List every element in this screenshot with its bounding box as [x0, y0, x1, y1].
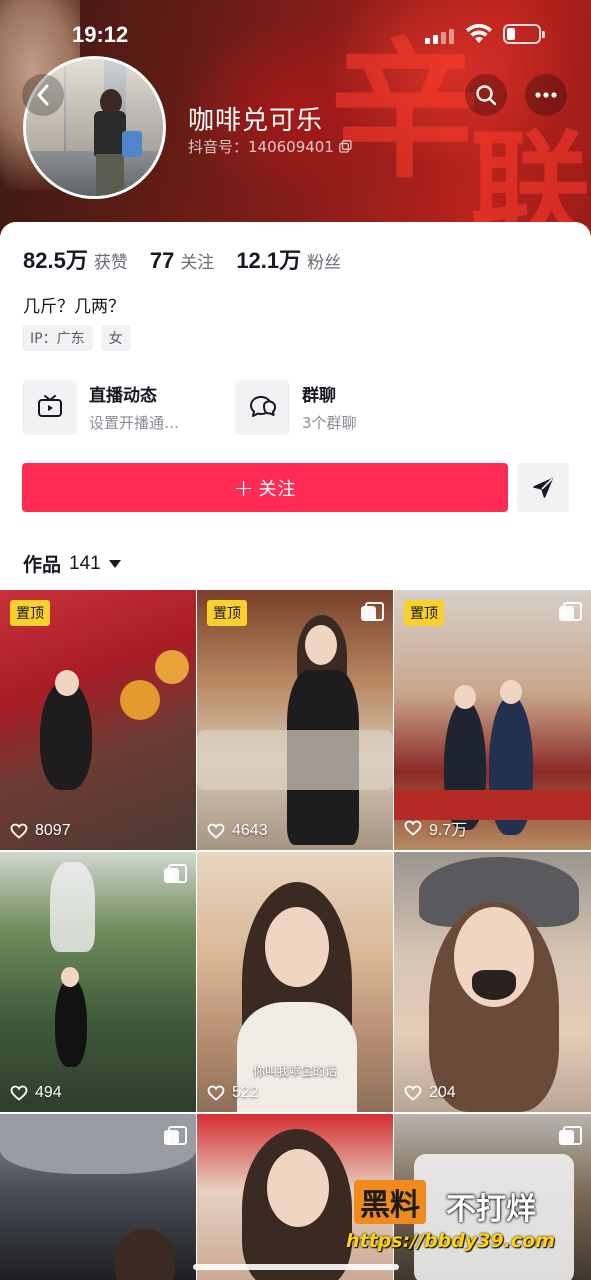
works-count: 141: [69, 552, 101, 574]
video-likes-count: 494: [35, 1084, 62, 1101]
multi-image-icon: [559, 1126, 582, 1146]
home-indicator[interactable]: [193, 1264, 399, 1270]
watermark-right: 不打烊: [446, 1192, 536, 1227]
chat-bubble-icon: [249, 396, 276, 417]
send-icon: [533, 477, 553, 498]
stat-label: 粉丝: [307, 253, 342, 273]
follow-button-label: 关注: [258, 478, 297, 500]
stat-value: 77: [149, 248, 175, 273]
pinned-badge: 置顶: [207, 600, 247, 626]
video-thumbnail[interactable]: 你叫我乖宝的话 522: [197, 852, 393, 1112]
caret-down-icon: [108, 559, 121, 568]
stat-value: 82.5万: [23, 248, 88, 273]
watermark-url: https://bbdy39.com: [346, 1230, 556, 1252]
video-thumbnail[interactable]: 置顶 8097: [0, 590, 196, 850]
share-button[interactable]: [517, 463, 569, 512]
video-likes: 522: [207, 1084, 259, 1102]
battery-level: [507, 28, 515, 40]
more-button[interactable]: [525, 74, 567, 116]
follow-button[interactable]: + 关注: [22, 463, 508, 512]
wifi-icon: [466, 24, 492, 43]
video-likes: 8097: [10, 822, 71, 840]
profile-tags: IP：广东 女: [22, 325, 139, 351]
video-caption: 你叫我乖宝的话: [252, 1064, 337, 1078]
profile-bio: 几斤？几两？: [23, 297, 125, 317]
pinned-badge: 置顶: [10, 600, 50, 626]
video-likes-count: 9.7万: [429, 822, 468, 839]
douyin-id[interactable]: 抖音号：140609401: [188, 136, 352, 157]
video-thumbnail[interactable]: 置顶 9.7万: [394, 590, 591, 850]
tab-works[interactable]: 作品 141: [23, 550, 121, 577]
stat-followers[interactable]: 12.1万 粉丝: [236, 243, 341, 275]
video-likes-count: 204: [429, 1084, 456, 1101]
heart-outline-icon: [10, 1085, 28, 1101]
entry-title: 直播动态: [89, 386, 157, 406]
profile-stats: 82.5万 获赞 77 关注 12.1万 粉丝: [23, 243, 363, 275]
pinned-badge: 置顶: [404, 600, 444, 626]
video-likes-count: 4643: [232, 822, 268, 839]
entry-live-updates[interactable]: 直播动态 设置开播通…: [22, 379, 179, 435]
entry-icon-box: [22, 379, 77, 435]
copy-icon[interactable]: [339, 140, 352, 153]
entry-icon-box: [235, 379, 290, 435]
video-thumbnail[interactable]: 494: [0, 852, 196, 1112]
watermark-overlay: 黑料 不打烊 https://bbdy39.com: [346, 1180, 576, 1260]
douyin-id-text: 抖音号：140609401: [188, 138, 334, 156]
entry-subtitle: 设置开播通…: [89, 414, 180, 432]
profile-nickname: 咖啡兑可乐: [188, 106, 324, 136]
tv-icon: [37, 395, 62, 417]
multi-image-icon: [164, 1126, 187, 1146]
video-likes-count: 522: [232, 1084, 259, 1101]
heart-outline-icon: [404, 820, 422, 836]
heart-outline-icon: [207, 823, 225, 839]
video-likes-count: 8097: [35, 822, 71, 839]
entry-group-chat[interactable]: 群聊 3个群聊: [235, 379, 357, 435]
multi-image-icon: [361, 602, 384, 622]
tag-gender: 女: [100, 325, 131, 351]
multi-image-icon: [559, 602, 582, 622]
search-icon: [476, 85, 497, 106]
search-button[interactable]: [465, 74, 507, 116]
video-grid: 置顶 8097 置顶 4643 置顶 9.7万 494 你叫我乖宝的话 522 …: [0, 590, 591, 1280]
chevron-left-icon: [37, 84, 49, 106]
multi-image-icon: [164, 864, 187, 884]
stat-value: 12.1万: [236, 248, 302, 273]
video-thumbnail[interactable]: [0, 1114, 196, 1280]
stat-following[interactable]: 77 关注: [150, 248, 214, 274]
video-likes: 204: [404, 1084, 456, 1102]
heart-outline-icon: [10, 823, 28, 839]
video-likes: 4643: [207, 822, 268, 840]
video-thumbnail[interactable]: 204: [394, 852, 591, 1112]
stat-likes[interactable]: 82.5万 获赞: [23, 243, 128, 275]
battery-icon: [503, 24, 545, 44]
stat-label: 关注: [180, 253, 215, 273]
heart-outline-icon: [207, 1085, 225, 1101]
profile-entries: 直播动态 设置开播通… 群聊 3个群聊: [22, 379, 569, 435]
back-button[interactable]: [22, 74, 64, 116]
entry-subtitle: 3个群聊: [302, 414, 357, 432]
video-likes: 9.7万: [404, 816, 467, 840]
watermark-left: 黑料: [354, 1180, 426, 1224]
video-thumbnail[interactable]: 置顶 4643: [197, 590, 393, 850]
status-time: 19:12: [72, 22, 129, 47]
more-dots-icon: [535, 92, 557, 98]
stat-label: 获赞: [93, 253, 128, 273]
works-tab-label: 作品: [23, 554, 62, 576]
video-likes: 494: [10, 1084, 62, 1102]
heart-outline-icon: [404, 1085, 422, 1101]
plus-icon: +: [233, 473, 255, 502]
tag-ip-location: IP：广东: [22, 325, 93, 351]
cellular-signal-icon: [425, 28, 455, 44]
entry-title: 群聊: [302, 386, 336, 406]
